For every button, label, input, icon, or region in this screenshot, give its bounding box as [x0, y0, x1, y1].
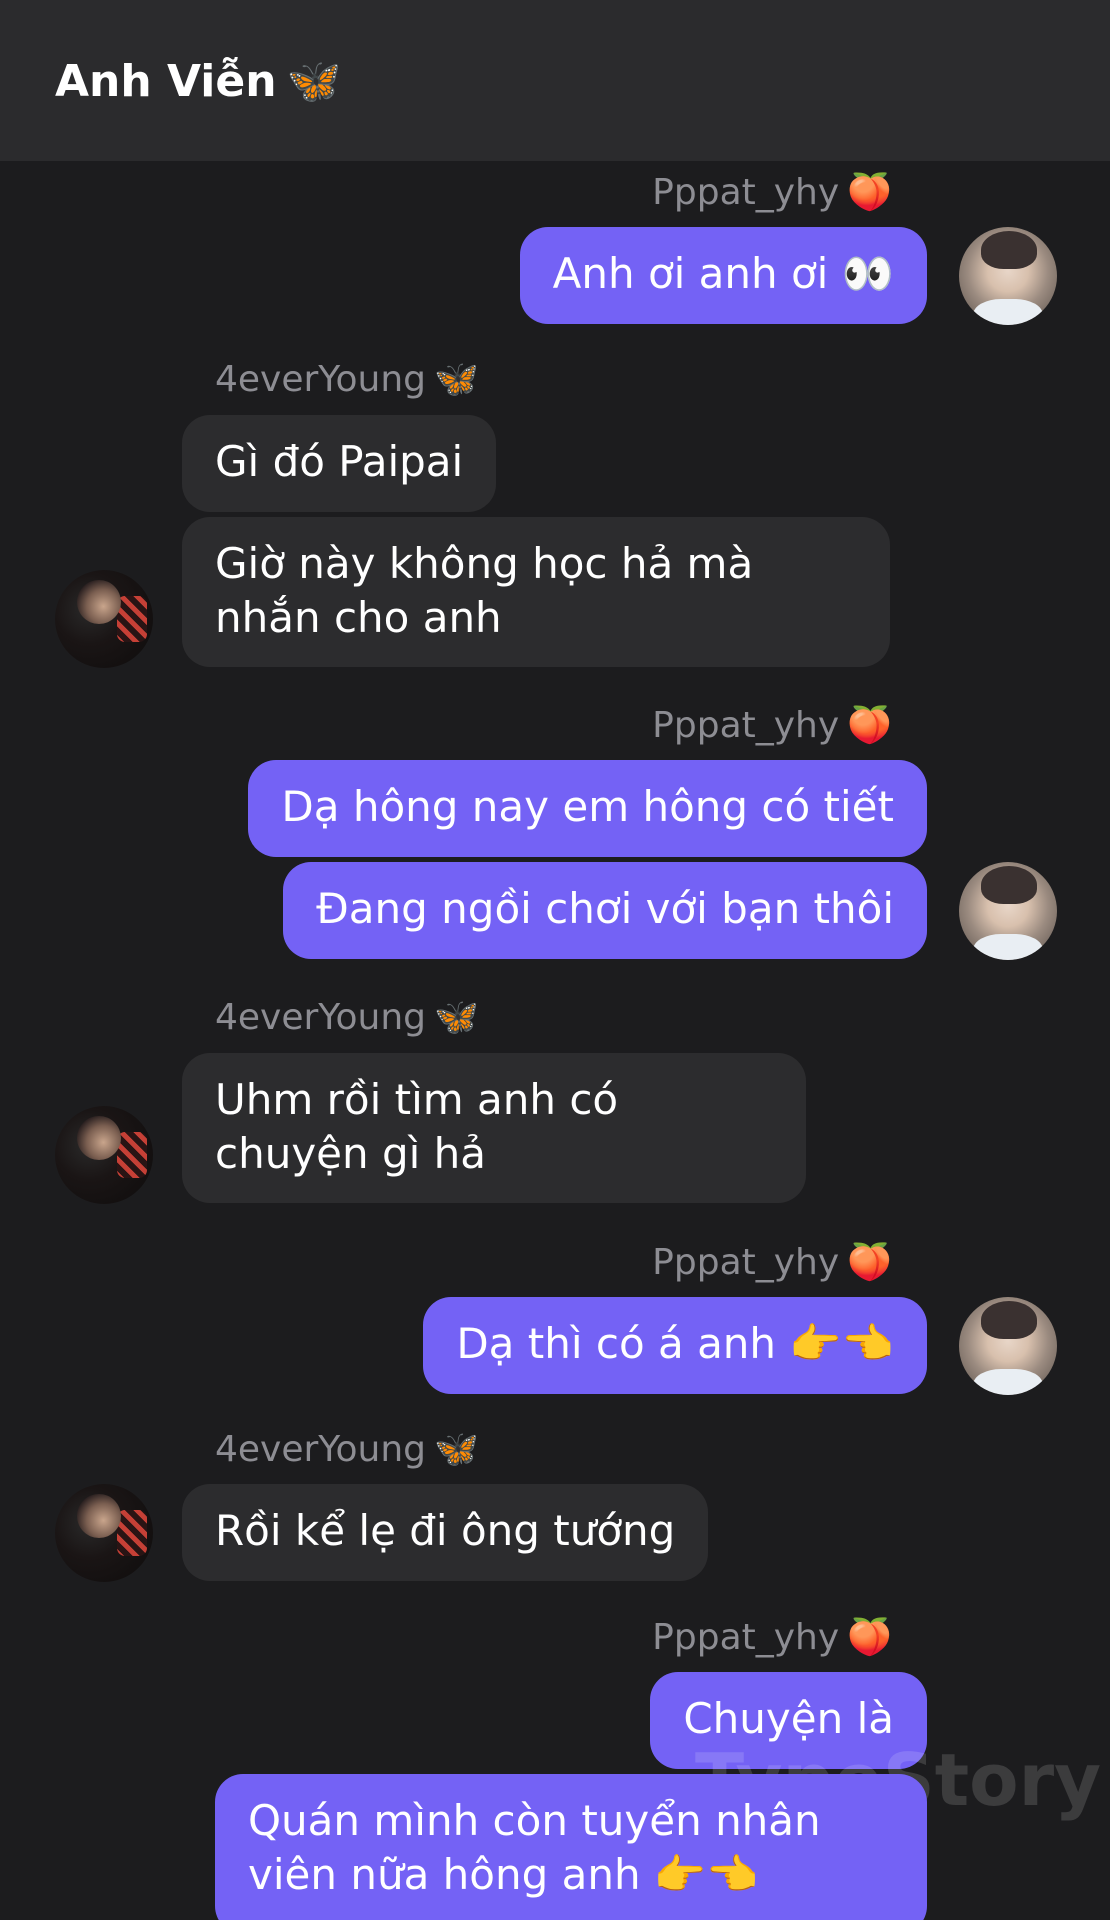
message-bubble[interactable]: Quán mình còn tuyển nhân viên nữa hông a…	[215, 1774, 927, 1920]
sender-label-them: 4everYoung 🦋	[215, 358, 479, 402]
sender-name: 4everYoung	[215, 997, 427, 1038]
sender-label-me: Pppat_yhy 🍑	[652, 1241, 892, 1285]
sender-label-me: Pppat_yhy 🍑	[652, 704, 892, 748]
sender-name: 4everYoung	[215, 359, 427, 400]
peach-icon: 🍑	[847, 172, 892, 213]
sender-name: Pppat_yhy	[652, 705, 840, 746]
peach-icon: 🍑	[847, 1617, 892, 1658]
butterfly-icon: 🦋	[286, 56, 342, 107]
sender-name: Pppat_yhy	[652, 172, 840, 213]
message-bubble[interactable]: Dạ hông nay em hông có tiết	[248, 760, 927, 857]
butterfly-icon: 🦋	[434, 1429, 479, 1470]
avatar-them[interactable]	[55, 1484, 153, 1582]
butterfly-icon: 🦋	[434, 359, 479, 400]
peach-icon: 🍑	[847, 705, 892, 746]
peach-icon: 🍑	[847, 1242, 892, 1283]
message-bubble[interactable]: Rồi kể lẹ đi ông tướng	[182, 1484, 709, 1581]
message-bubble[interactable]: Anh ơi anh ơi 👀	[519, 227, 927, 324]
chat-screen: Anh Viễn 🦋 Pppat_yhy 🍑 Anh ơi anh ơi 👀 4ev…	[0, 0, 1110, 1920]
sender-name: Pppat_yhy	[652, 1617, 840, 1658]
avatar-them[interactable]	[55, 570, 153, 668]
message-bubble[interactable]: Giờ này không học hả mà nhắn cho anh	[182, 517, 890, 667]
sender-name: Pppat_yhy	[652, 1242, 840, 1283]
sender-label-them: 4everYoung 🦋	[215, 996, 479, 1040]
sender-label-them: 4everYoung 🦋	[215, 1428, 479, 1472]
chat-header: Anh Viễn 🦋	[0, 0, 1110, 161]
message-bubble[interactable]: Dạ thì có á anh 👉👈	[423, 1297, 927, 1394]
chat-title-text: Anh Viễn	[55, 56, 277, 107]
avatar-me[interactable]	[959, 227, 1057, 325]
avatar-me[interactable]	[959, 1297, 1057, 1395]
message-bubble[interactable]: Gì đó Paipai	[182, 415, 497, 512]
avatar-me[interactable]	[959, 862, 1057, 960]
butterfly-icon: 🦋	[434, 997, 479, 1038]
message-bubble[interactable]: Uhm rồi tìm anh có chuyện gì hả	[182, 1053, 806, 1203]
chat-title[interactable]: Anh Viễn 🦋	[55, 54, 341, 110]
avatar-them[interactable]	[55, 1106, 153, 1204]
message-bubble[interactable]: Đang ngồi chơi với bạn thôi	[283, 862, 927, 959]
sender-label-me: Pppat_yhy 🍑	[652, 171, 892, 215]
sender-label-me: Pppat_yhy 🍑	[652, 1616, 892, 1660]
sender-name: 4everYoung	[215, 1429, 427, 1470]
